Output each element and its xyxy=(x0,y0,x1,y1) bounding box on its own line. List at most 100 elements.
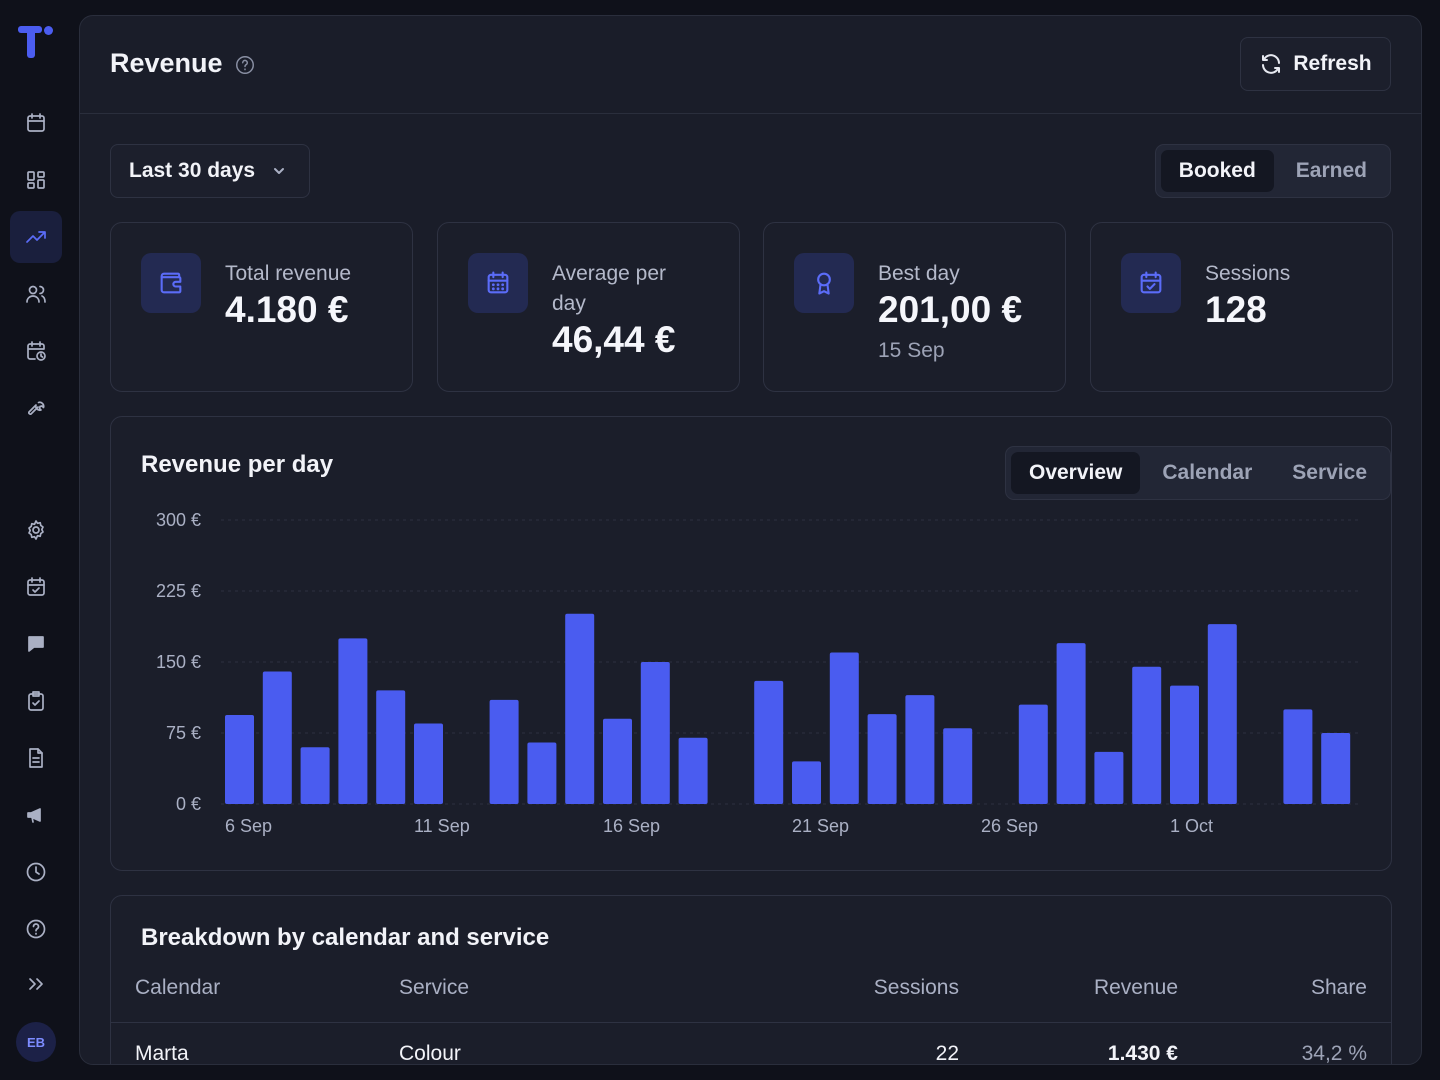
y-tick-label: 75 € xyxy=(166,723,201,743)
help-icon[interactable] xyxy=(10,903,62,955)
chart-bar[interactable] xyxy=(603,718,632,804)
x-tick-label: 1 Oct xyxy=(1170,816,1213,836)
brand-logo[interactable] xyxy=(16,24,56,60)
column-header-revenue[interactable]: Revenue xyxy=(1094,976,1178,1000)
refresh-label: Refresh xyxy=(1293,52,1372,75)
users-icon[interactable] xyxy=(10,268,62,320)
wrench-icon[interactable] xyxy=(10,382,62,434)
calendar-clock-icon[interactable] xyxy=(10,325,62,377)
chart-bar[interactable] xyxy=(905,695,935,804)
mode-booked[interactable]: Booked xyxy=(1160,150,1274,192)
column-header-calendar[interactable]: Calendar xyxy=(135,976,220,1000)
cell-service: Colour xyxy=(399,1042,461,1065)
chart-view-toggle: Overview Calendar Service xyxy=(1004,446,1391,500)
stat-value: 4.180 € xyxy=(225,289,349,330)
x-tick-label: 6 Sep xyxy=(225,816,272,836)
help-icon[interactable] xyxy=(234,54,256,76)
expand-icon[interactable] xyxy=(10,958,62,1010)
chart-bar[interactable] xyxy=(225,715,254,804)
stat-subtext: 15 Sep xyxy=(878,339,945,362)
page-title: Revenue xyxy=(110,48,223,78)
y-tick-label: 0 € xyxy=(176,794,201,814)
dashboard-icon[interactable] xyxy=(10,154,62,206)
chart-bar[interactable] xyxy=(338,638,368,804)
chart-bar[interactable] xyxy=(792,761,821,804)
calendar-check-icon xyxy=(1121,253,1181,313)
megaphone-icon[interactable] xyxy=(10,789,62,841)
chart-bar[interactable] xyxy=(1056,643,1086,804)
date-range-select[interactable]: Last 30 days xyxy=(110,144,310,198)
sidebar: EB xyxy=(0,0,72,1080)
chart-bar[interactable] xyxy=(300,747,330,804)
stat-label: Best day xyxy=(878,262,960,285)
stat-card-best-day: Best day 201,00 € 15 Sep xyxy=(763,222,1066,392)
stat-card-sessions: Sessions 128 xyxy=(1090,222,1393,392)
date-range-value: Last 30 days xyxy=(129,159,256,182)
mode-earned[interactable]: Earned xyxy=(1278,150,1385,192)
gear-icon[interactable] xyxy=(10,504,62,556)
chart-bar[interactable] xyxy=(489,699,519,804)
y-tick-label: 150 € xyxy=(156,652,201,672)
chart-bar[interactable] xyxy=(754,680,784,804)
chart-bar[interactable] xyxy=(565,613,595,804)
chart-bar[interactable] xyxy=(527,742,557,804)
calendar-check-icon[interactable] xyxy=(10,561,62,613)
breakdown-card: Breakdown by calendar and service Calend… xyxy=(110,895,1392,1065)
table-divider xyxy=(111,1022,1391,1023)
chat-icon[interactable] xyxy=(10,618,62,670)
award-icon xyxy=(794,253,854,313)
calendar-icon[interactable] xyxy=(10,97,62,149)
chart-bar[interactable] xyxy=(678,737,708,804)
cell-share: 34,2 % xyxy=(1301,1042,1367,1065)
stat-card-average: Average per day 46,44 € xyxy=(437,222,740,392)
stat-label: Total revenue xyxy=(225,262,352,285)
x-tick-label: 16 Sep xyxy=(603,816,660,836)
stat-value: 46,44 € xyxy=(552,319,676,360)
clock-icon[interactable] xyxy=(10,846,62,898)
chart-bar[interactable] xyxy=(1321,733,1351,804)
y-tick-label: 225 € xyxy=(156,581,201,601)
main-panel: Revenue Refresh Last 30 days Booked Earn… xyxy=(79,15,1422,1065)
column-header-sessions[interactable]: Sessions xyxy=(874,976,959,1000)
stat-value: 128 xyxy=(1205,289,1267,330)
chart-bar[interactable] xyxy=(376,690,406,804)
x-tick-label: 21 Sep xyxy=(792,816,849,836)
cell-calendar: Marta xyxy=(135,1042,189,1065)
clipboard-check-icon[interactable] xyxy=(10,675,62,727)
wallet-icon xyxy=(141,253,201,313)
y-tick-label: 300 € xyxy=(156,510,201,530)
chart-bar[interactable] xyxy=(829,652,859,804)
chart-bar[interactable] xyxy=(1018,704,1048,804)
calendar-grid-icon xyxy=(468,253,528,313)
chart-bar[interactable] xyxy=(1207,624,1237,804)
revenue-mode-toggle: Booked Earned xyxy=(1154,144,1391,198)
chart-bar[interactable] xyxy=(1283,709,1313,804)
chart-bar[interactable] xyxy=(1170,685,1199,804)
stat-label: Sessions xyxy=(1205,262,1291,285)
cell-sessions: 22 xyxy=(935,1042,959,1065)
column-header-service[interactable]: Service xyxy=(399,976,469,1000)
cell-revenue: 1.430 € xyxy=(1107,1042,1178,1065)
page-header: Revenue Refresh xyxy=(80,16,1421,114)
trending-up-icon[interactable] xyxy=(10,211,62,263)
stat-value: 201,00 € xyxy=(878,289,1023,330)
avatar[interactable]: EB xyxy=(16,1022,56,1062)
column-header-share[interactable]: Share xyxy=(1311,976,1367,1000)
chart-bar[interactable] xyxy=(262,671,292,804)
stat-card-total-revenue: Total revenue 4.180 € xyxy=(110,222,413,392)
chart-bar[interactable] xyxy=(640,662,670,804)
chart-bar[interactable] xyxy=(1094,751,1124,804)
chart-bar[interactable] xyxy=(867,714,897,804)
x-tick-label: 26 Sep xyxy=(981,816,1038,836)
tab-overview[interactable]: Overview xyxy=(1010,452,1141,494)
chevron-down-icon xyxy=(274,168,285,174)
tab-service[interactable]: Service xyxy=(1274,452,1385,494)
chart-bar[interactable] xyxy=(414,723,443,804)
chart-bar[interactable] xyxy=(943,728,973,804)
tab-calendar[interactable]: Calendar xyxy=(1144,452,1270,494)
refresh-button[interactable]: Refresh xyxy=(1240,37,1391,91)
x-tick-label: 11 Sep xyxy=(414,816,470,836)
document-icon[interactable] xyxy=(10,732,62,784)
stat-label: Average per day xyxy=(552,262,667,315)
chart-bar[interactable] xyxy=(1132,666,1162,804)
